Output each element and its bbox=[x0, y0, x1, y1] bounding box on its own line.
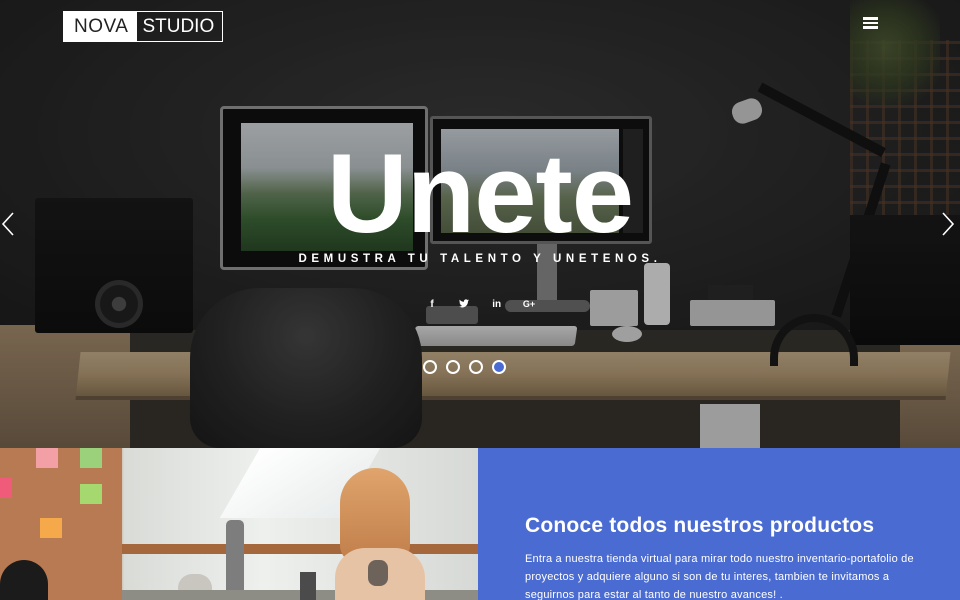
slider-dot-1[interactable] bbox=[423, 360, 437, 374]
brand-logo-part1: NOVA bbox=[64, 12, 138, 41]
brand-logo[interactable]: NOVA STUDIO bbox=[63, 11, 224, 42]
slider-dot-2[interactable] bbox=[446, 360, 460, 374]
twitter-icon[interactable] bbox=[455, 299, 473, 311]
promo-description: Entra a nuestra tienda virtual para mira… bbox=[525, 553, 914, 600]
linkedin-icon[interactable]: in bbox=[488, 299, 506, 311]
slider-pagination bbox=[423, 360, 506, 374]
social-links: f in G+ bbox=[423, 299, 538, 311]
google-plus-icon[interactable]: G+ bbox=[520, 299, 538, 311]
products-promo: Conoce todos nuestros productos Entra a … bbox=[478, 448, 960, 600]
facebook-icon[interactable]: f bbox=[423, 299, 441, 311]
brand-logo-part2: STUDIO bbox=[142, 16, 215, 37]
hamburger-icon[interactable] bbox=[863, 17, 878, 29]
hero-slider: NOVA STUDIO Unete DEMUSTRA TU TALENTO Y … bbox=[0, 0, 960, 448]
workspace-photo bbox=[0, 448, 478, 600]
slider-dot-3[interactable] bbox=[469, 360, 483, 374]
promo-title: Conoce todos nuestros productos bbox=[525, 514, 875, 537]
hero-title: Unete bbox=[326, 131, 634, 256]
slider-dot-4[interactable] bbox=[492, 360, 506, 374]
hero-subtitle: DEMUSTRA TU TALENTO Y UNETENOS. bbox=[298, 253, 662, 265]
